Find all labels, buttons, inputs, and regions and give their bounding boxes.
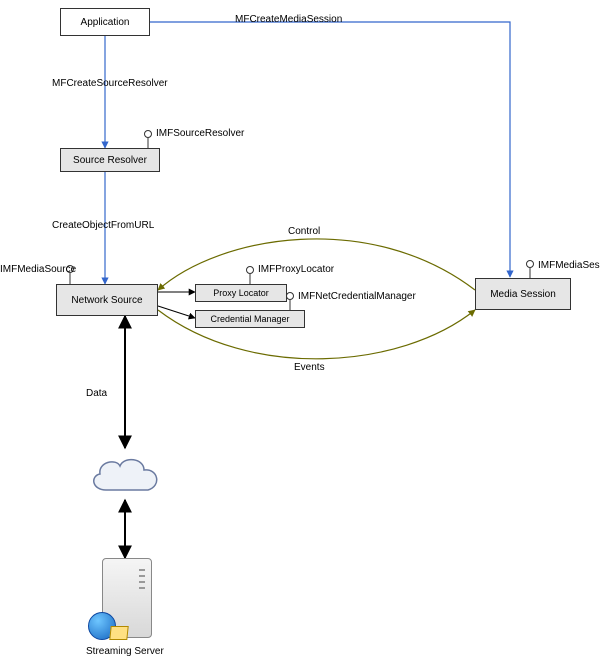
node-source-resolver-label: Source Resolver bbox=[73, 155, 147, 166]
cloud-icon bbox=[86, 450, 164, 498]
node-proxy-locator-label: Proxy Locator bbox=[213, 288, 269, 298]
interface-label-proxy-locator: IMFProxyLocator bbox=[258, 264, 334, 275]
node-application: Application bbox=[60, 8, 150, 36]
edge-label-create-object-from-url: CreateObjectFromURL bbox=[52, 220, 154, 231]
diagram-connectors bbox=[0, 0, 600, 661]
node-streaming-server-label: Streaming Server bbox=[86, 646, 164, 657]
node-source-resolver: Source Resolver bbox=[60, 148, 160, 172]
node-application-label: Application bbox=[81, 17, 130, 28]
data-packet-icon bbox=[109, 626, 128, 640]
interface-label-net-credential-manager: IMFNetCredentialManager bbox=[298, 291, 416, 302]
node-network-source: Network Source bbox=[56, 284, 158, 316]
edge-label-mf-create-media-session: MFCreateMediaSession bbox=[235, 14, 342, 25]
node-media-session-label: Media Session bbox=[490, 289, 556, 300]
interface-lollipop-net-credential-manager-icon bbox=[286, 292, 294, 300]
edge-label-mf-create-source-resolver: MFCreateSourceResolver bbox=[52, 78, 168, 89]
node-proxy-locator: Proxy Locator bbox=[195, 284, 287, 302]
node-media-session: Media Session bbox=[475, 278, 571, 310]
interface-label-media-session: IMFMediaSession bbox=[538, 260, 600, 271]
interface-lollipop-proxy-locator-icon bbox=[246, 266, 254, 274]
node-network-source-label: Network Source bbox=[71, 295, 142, 306]
node-credential-manager-label: Credential Manager bbox=[210, 314, 289, 324]
interface-lollipop-source-resolver-icon bbox=[144, 130, 152, 138]
interface-lollipop-media-session-icon bbox=[526, 260, 534, 268]
edge-label-events: Events bbox=[294, 362, 325, 373]
edge-label-data: Data bbox=[86, 388, 107, 399]
edge-label-control: Control bbox=[288, 226, 320, 237]
interface-label-media-source: IMFMediaSource bbox=[0, 264, 76, 275]
node-credential-manager: Credential Manager bbox=[195, 310, 305, 328]
interface-label-source-resolver: IMFSourceResolver bbox=[156, 128, 244, 139]
